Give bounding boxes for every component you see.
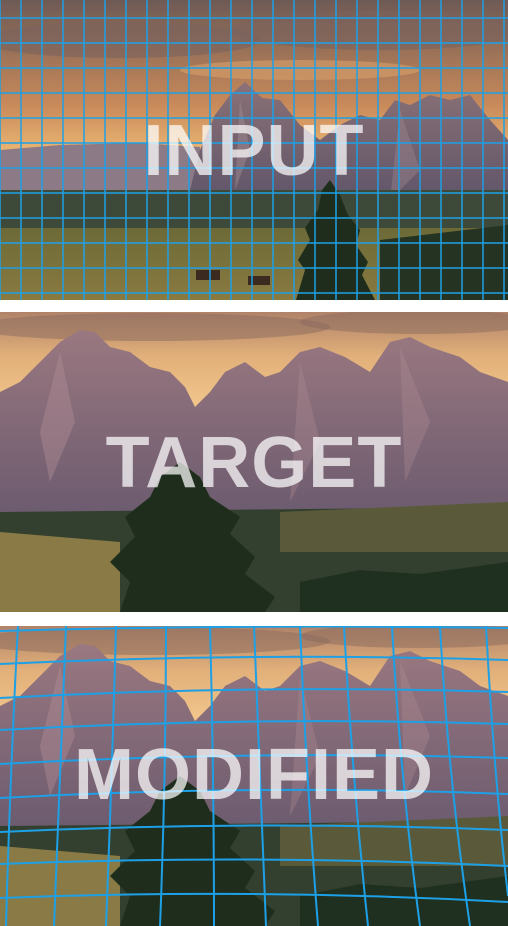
- target-landscape-image: [0, 312, 508, 612]
- modified-landscape-image: [0, 626, 508, 926]
- modified-panel: MODIFIED: [0, 626, 508, 926]
- input-landscape-image: [0, 0, 508, 300]
- target-panel: TARGET: [0, 312, 508, 612]
- input-panel: INPUT: [0, 0, 508, 300]
